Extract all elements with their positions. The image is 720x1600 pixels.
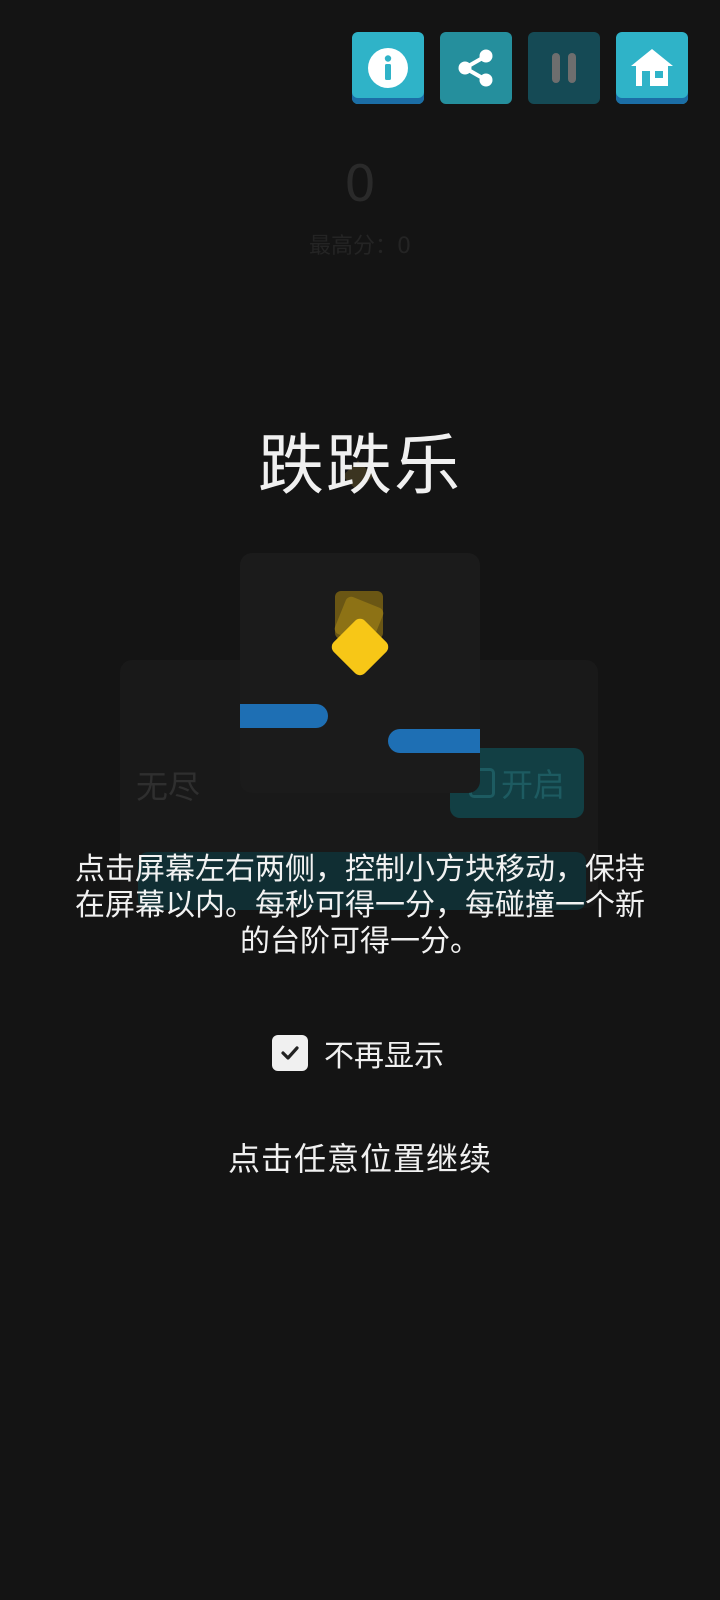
pause-icon: [552, 53, 576, 83]
share-icon: [458, 49, 493, 87]
dont-show-again-checkbox[interactable]: 不再显示: [272, 1034, 444, 1074]
continue-hint: 点击任意位置继续: [227, 1140, 492, 1178]
endless-mode-label: 无尽: [136, 768, 201, 806]
toggle-label: 开启: [500, 766, 565, 804]
dont-show-again-label: 不再显示: [324, 1039, 444, 1074]
game-screen[interactable]: 0 最高分：0 无尽 开启 跌跌乐 点击屏幕左右两侧，控制小方块移动，保持在屏幕…: [0, 0, 720, 1600]
share-button[interactable]: [440, 32, 512, 104]
instructions-text: 点击屏幕左右两侧，控制小方块移动，保持在屏幕以内。每秒可得一分，每碰撞一个新的台…: [75, 852, 645, 959]
info-icon: [368, 48, 408, 88]
pause-button[interactable]: [528, 32, 600, 104]
tutorial-preview: [240, 553, 480, 793]
home-button[interactable]: [616, 32, 688, 104]
platform-right: [388, 729, 480, 753]
checkbox-checked-icon[interactable]: [272, 1035, 308, 1071]
score-display: 0: [344, 155, 376, 213]
platform-left: [240, 704, 328, 728]
best-score-display: 最高分：0: [309, 234, 411, 259]
info-button[interactable]: [352, 32, 424, 104]
game-title: 跌跌乐: [258, 427, 462, 504]
home-icon: [631, 49, 673, 86]
